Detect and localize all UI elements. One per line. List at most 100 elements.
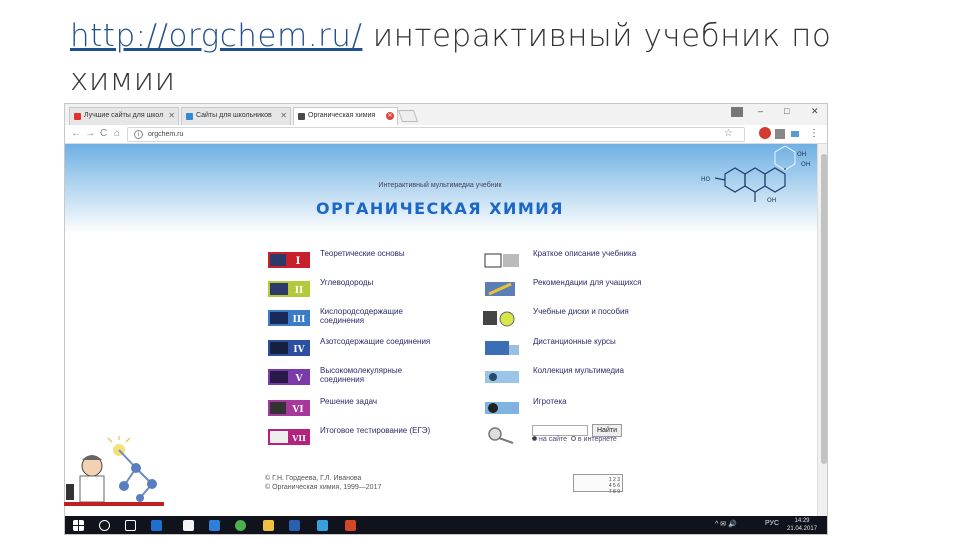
menu-label: Рекомендации для учащихся xyxy=(533,278,642,287)
tab-label: Сайты для школьников xyxy=(196,112,272,119)
chat-icon xyxy=(186,113,193,120)
menu-label: Углеводороды xyxy=(320,278,374,287)
section-badge-icon: IV xyxy=(268,340,310,356)
oh-label: OH xyxy=(801,161,810,168)
oh-label: OH xyxy=(767,197,776,204)
svg-text:II: II xyxy=(295,286,303,296)
info-icon[interactable]: i xyxy=(134,130,143,139)
store-icon[interactable] xyxy=(183,520,194,531)
tab-3[interactable]: Органическая химия ✕ xyxy=(293,107,398,125)
page-subtitle: Интерактивный мультимедиа учебник xyxy=(378,182,502,189)
windows-start-icon[interactable] xyxy=(73,520,84,531)
svg-text:VII: VII xyxy=(291,433,306,443)
task-view-icon[interactable] xyxy=(125,520,136,531)
molecule-icon xyxy=(298,113,305,120)
search-icon[interactable] xyxy=(99,520,110,531)
game-icon xyxy=(485,402,519,414)
browser-window: Лучшие сайты для школ ✕ Сайты для школьн… xyxy=(64,103,828,535)
svg-text:IV: IV xyxy=(293,345,305,355)
close-window-button[interactable]: ✕ xyxy=(811,106,819,117)
url-text: orgchem.ru xyxy=(148,131,184,138)
chrome-icon[interactable] xyxy=(235,520,246,531)
language-indicator[interactable]: РУС xyxy=(765,520,779,527)
new-tab-button[interactable] xyxy=(397,110,419,122)
textbook-icon xyxy=(484,253,519,268)
close-icon[interactable]: ✕ xyxy=(280,111,287,120)
disk-icon xyxy=(483,311,515,327)
edge-icon[interactable] xyxy=(151,520,162,531)
section-badge-icon: III xyxy=(268,310,310,326)
nav-bar: ← → C ⌂ i orgchem.ru ☆ ⋮ xyxy=(65,125,827,144)
monitor-icon xyxy=(485,341,519,355)
tab-label: Лучшие сайты для школ xyxy=(84,112,164,119)
extension-icon[interactable] xyxy=(775,129,785,139)
taskbar: ^ ✉ 🔊 РУС 14:29 21.04.2017 xyxy=(65,516,827,534)
copyright: © Г.Н. Гордеева, Г.Л. Иванова © Органиче… xyxy=(265,474,381,492)
menu-label: Игротека xyxy=(533,397,567,406)
yandex-icon xyxy=(74,113,81,120)
menu-icon[interactable]: ⋮ xyxy=(809,128,819,139)
back-button[interactable]: ← xyxy=(71,128,81,139)
close-icon[interactable]: ✕ xyxy=(168,111,175,120)
svg-text:I: I xyxy=(296,256,301,267)
site-link[interactable]: http://orgchem.ru/ xyxy=(70,18,362,54)
tab-1[interactable]: Лучшие сайты для школ ✕ xyxy=(69,107,179,125)
search-input[interactable] xyxy=(532,425,588,436)
clock-date: 21.04.2017 xyxy=(787,526,818,532)
radio-site[interactable] xyxy=(532,436,537,441)
menu-label: Теоретические основы xyxy=(320,249,405,258)
search-scope: на сайте в интернете xyxy=(532,436,617,443)
menu-label: Учебные диски и пособия xyxy=(533,307,629,316)
bookmark-star-icon[interactable]: ☆ xyxy=(724,128,733,139)
svg-text:V: V xyxy=(295,374,304,384)
extension-icon[interactable] xyxy=(759,127,771,139)
scientist-illustration xyxy=(64,436,164,506)
zoom-icon[interactable] xyxy=(317,520,328,531)
maximize-button[interactable]: □ xyxy=(784,106,789,116)
menu-label: Кислородсодержащие соединения xyxy=(320,307,403,325)
tab-bar: Лучшие сайты для школ ✕ Сайты для школьн… xyxy=(65,104,827,125)
minimize-button[interactable]: – xyxy=(758,106,763,116)
oh-label: HO xyxy=(701,176,711,183)
menu-label: Коллекция мультимедиа xyxy=(533,366,624,375)
reload-button[interactable]: C xyxy=(100,128,107,139)
media-icon xyxy=(485,371,519,383)
svg-text:VI: VI xyxy=(291,405,303,415)
clock-time: 14:29 xyxy=(794,518,810,524)
profile-icon[interactable] xyxy=(731,107,743,117)
copyright-line: © Г.Н. Гордеева, Г.Л. Иванова xyxy=(265,475,362,482)
section-badge-icon: I xyxy=(268,252,310,268)
explorer-icon[interactable] xyxy=(263,520,274,531)
radio-site-label: на сайте xyxy=(539,436,568,443)
menu-label: Итоговое тестирование (ЕГЭ) xyxy=(320,426,431,435)
tab-label: Органическая химия xyxy=(308,112,376,119)
address-bar[interactable]: i orgchem.ru ☆ xyxy=(127,127,745,142)
forward-button[interactable]: → xyxy=(85,128,95,139)
menu-label: Дистанционные курсы xyxy=(533,337,616,346)
scrollbar-thumb[interactable] xyxy=(821,154,827,464)
tab-2[interactable]: Сайты для школьников ✕ xyxy=(181,107,291,125)
counter-line: 7 8 9 xyxy=(608,489,620,495)
close-icon[interactable]: ✕ xyxy=(386,112,394,120)
section-badge-icon: V xyxy=(268,369,310,385)
clock[interactable]: 14:29 21.04.2017 xyxy=(787,517,817,533)
mail-icon[interactable] xyxy=(209,520,220,531)
systray-icons[interactable]: ^ ✉ 🔊 xyxy=(715,520,737,528)
magnifier-icon xyxy=(488,427,514,444)
menu-label: Высокомолекулярные соединения xyxy=(320,366,403,384)
svg-text:III: III xyxy=(293,315,306,325)
radio-web-label: в интернете xyxy=(577,436,617,443)
web-page: HO OH OH OH Интерактивный мультимедиа уч… xyxy=(65,144,817,516)
scrollbar[interactable] xyxy=(817,144,827,516)
extension-icon[interactable] xyxy=(791,131,799,137)
home-button[interactable]: ⌂ xyxy=(114,128,120,139)
pen-icon xyxy=(485,282,515,296)
powerpoint-icon[interactable] xyxy=(345,520,356,531)
slide-title: http://orgchem.ru/ интерактивный учебник… xyxy=(70,14,930,102)
oh-label: OH xyxy=(797,151,806,158)
radio-web[interactable] xyxy=(570,436,576,441)
menu-label: Решение задач xyxy=(320,397,378,406)
molecule-icon: HO OH OH OH xyxy=(701,145,810,204)
word-icon[interactable] xyxy=(289,520,300,531)
visit-counter[interactable]: 1 2 3 4 5 6 7 8 9 xyxy=(573,474,623,495)
